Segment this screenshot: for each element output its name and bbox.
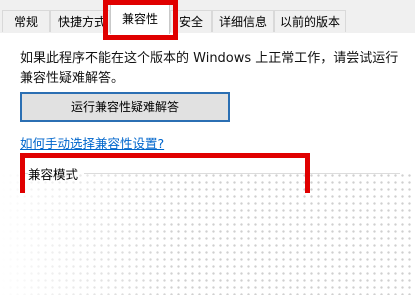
tab-security-label: 安全 xyxy=(178,15,203,29)
tab-details-label: 详细信息 xyxy=(218,15,267,29)
compatibility-description: 如果此程序不能在这个版本的 Windows 上正常工作，请尝试运行兼容性疑难解答… xyxy=(20,51,399,86)
tab-details[interactable]: 详细信息 xyxy=(212,10,274,32)
tab-strip: 常规 快捷方式 安全 详细信息 以前的版本 兼容性 xyxy=(0,0,415,34)
tab-shortcut[interactable]: 快捷方式 xyxy=(50,10,110,32)
tab-shortcut-label: 快捷方式 xyxy=(57,15,106,29)
manual-compat-settings-link[interactable]: 如何手动选择兼容性设置? xyxy=(20,133,164,152)
run-troubleshooter-button[interactable]: 运行兼容性疑难解答 xyxy=(20,92,230,122)
tab-previous-versions[interactable]: 以前的版本 xyxy=(274,10,346,32)
tab-previous-versions-label: 以前的版本 xyxy=(279,15,340,29)
tab-general[interactable]: 常规 xyxy=(2,10,50,32)
compat-mode-highlight xyxy=(20,153,310,193)
compatibility-tab-highlight xyxy=(103,0,178,40)
tab-general-label: 常规 xyxy=(13,15,38,29)
